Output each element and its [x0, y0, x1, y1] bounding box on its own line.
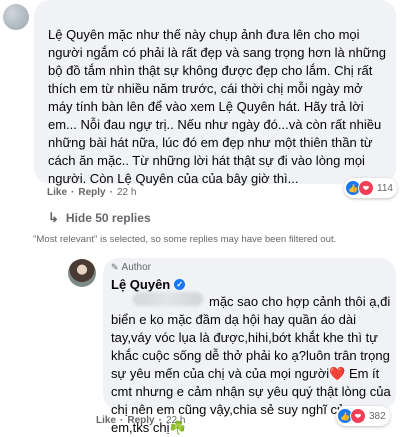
reply-author-label: Lệ Quyên — [111, 277, 171, 292]
reply-arrow-icon: ↳ — [48, 210, 59, 225]
comment-timestamp[interactable]: 22 h — [117, 187, 136, 198]
heart-emoji: ❤️ — [329, 366, 346, 381]
reply-reactions[interactable]: 👍 ❤ 382 — [336, 406, 390, 426]
commenter-avatar[interactable] — [3, 4, 29, 30]
comment-text: Lệ Quyên mặc như thế này chụp ảnh đưa lê… — [48, 27, 386, 186]
pen-icon: ✎ — [111, 262, 119, 272]
reply-bubble: ✎ Author Lệ Quyên ✓ mặc sao cho hợp cảnh… — [103, 258, 396, 435]
author-badge-label: Author — [121, 262, 152, 273]
reply-timestamp[interactable]: 22 h — [166, 415, 185, 426]
comment-reply-button[interactable]: Reply — [78, 187, 105, 198]
comment-actions: Like · Reply · 22 h — [47, 187, 137, 198]
author-badge: ✎ Author — [111, 262, 151, 273]
comment-reactions[interactable]: 👍 ❤ 114 — [344, 178, 397, 198]
comment-reaction-count: 114 — [377, 182, 393, 194]
comment-bubble: Lệ Quyên mặc như thế này chụp ảnh đưa lê… — [34, 0, 396, 186]
verified-badge-icon: ✓ — [174, 279, 186, 290]
love-reaction-icon: ❤ — [358, 180, 374, 196]
hide-replies-button[interactable]: ↳ Hide 50 replies — [48, 210, 151, 226]
reply-reaction-count: 382 — [369, 410, 386, 422]
love-reaction-icon: ❤ — [350, 408, 366, 424]
reply-author-name[interactable]: Lệ Quyên ✓ — [111, 277, 186, 292]
reply-actions: Like · Reply · 22 h — [96, 415, 186, 426]
hide-replies-label: Hide 50 replies — [65, 211, 151, 225]
filter-note: "Most relevant" is selected, so some rep… — [33, 234, 337, 245]
reply-like-button[interactable]: Like — [96, 415, 116, 426]
reply-reply-button[interactable]: Reply — [127, 415, 154, 426]
comment-like-button[interactable]: Like — [47, 187, 67, 198]
author-avatar[interactable] — [68, 259, 96, 287]
